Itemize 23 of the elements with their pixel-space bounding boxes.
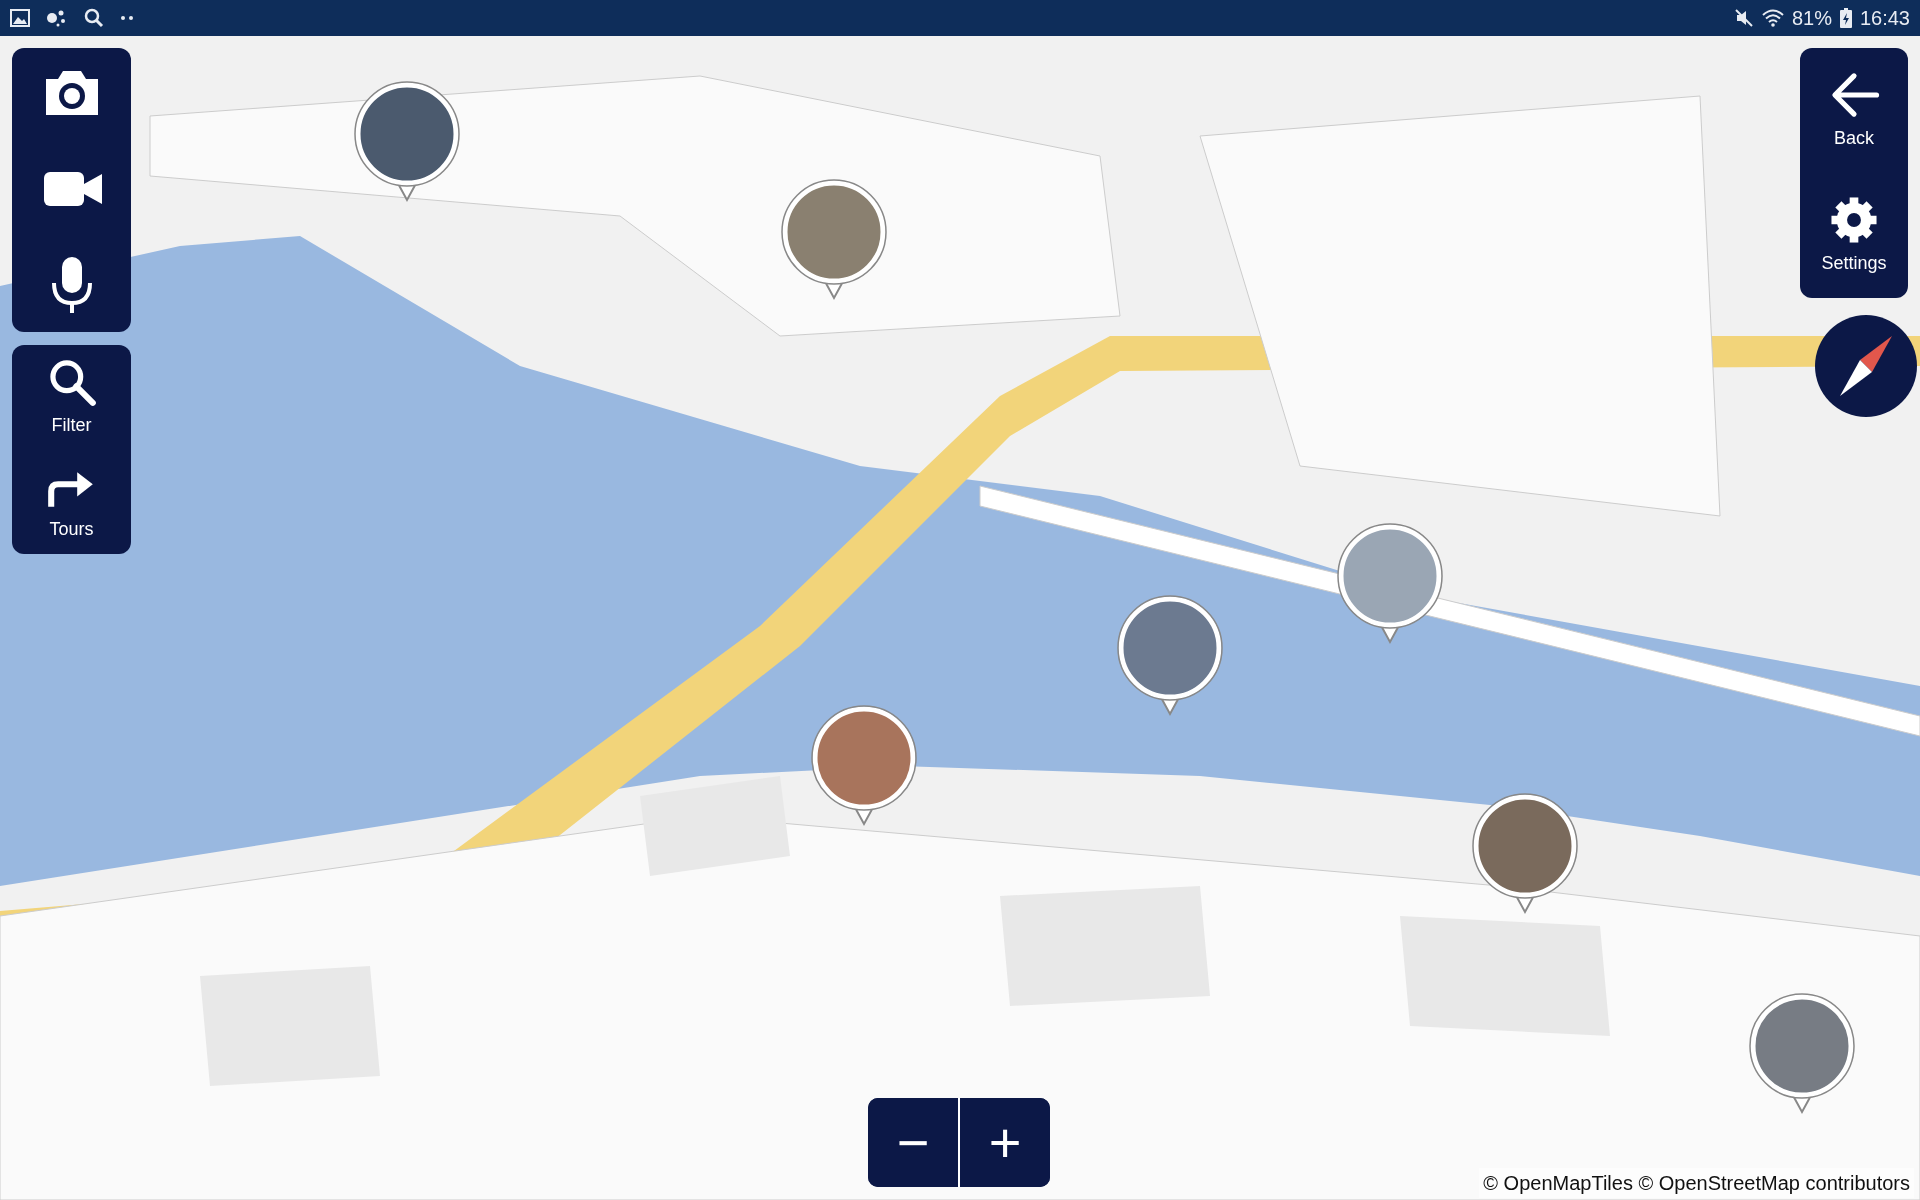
photo-pin[interactable]	[1337, 523, 1443, 645]
photo-pin[interactable]	[1117, 595, 1223, 717]
photo-pin[interactable]	[811, 705, 917, 827]
dots-icon	[46, 9, 68, 27]
photo-pin[interactable]	[1749, 993, 1855, 1115]
mute-icon	[1733, 8, 1754, 28]
battery-percent: 81%	[1791, 6, 1832, 31]
back-button[interactable]: Back	[1800, 63, 1908, 158]
zoom-in-button[interactable]: +	[958, 1098, 1050, 1187]
compass-icon[interactable]	[1814, 314, 1918, 418]
photo-pin[interactable]	[354, 81, 460, 203]
search-icon	[84, 8, 104, 28]
photo-pin[interactable]	[1472, 793, 1578, 915]
tours-button[interactable]: Tours	[12, 454, 131, 550]
filter-button[interactable]: Filter	[12, 349, 131, 445]
settings-icon	[1828, 194, 1880, 246]
more-icon	[120, 15, 134, 21]
settings-button[interactable]: Settings	[1800, 188, 1908, 283]
wifi-icon	[1761, 9, 1784, 27]
battery-icon	[1839, 8, 1852, 28]
gallery-icon	[10, 9, 30, 27]
clock-time: 16:43	[1859, 6, 1910, 31]
photo-pin[interactable]	[781, 179, 887, 301]
